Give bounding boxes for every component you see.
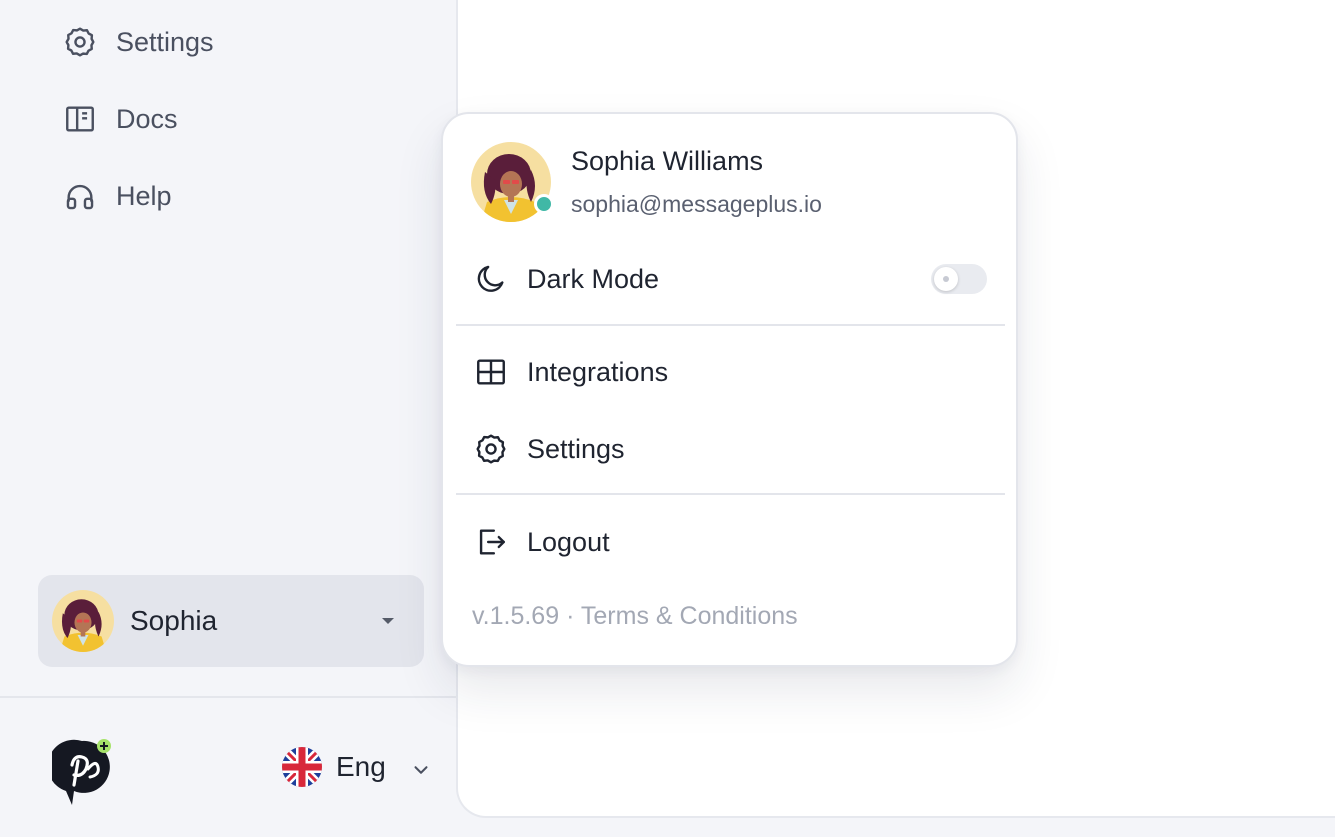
moon-icon <box>473 261 509 297</box>
toggle-knob <box>934 267 958 291</box>
sidebar-item-label: Docs <box>116 103 178 134</box>
user-name: Sophia <box>130 605 218 636</box>
sidebar-item-help[interactable]: Help <box>62 172 422 220</box>
app-logo[interactable] <box>47 735 116 807</box>
divider <box>456 493 1005 495</box>
menu-item-label: Integrations <box>527 356 669 387</box>
gear-icon <box>62 24 98 60</box>
divider <box>0 696 456 698</box>
sidebar-item-label: Settings <box>116 26 214 57</box>
menu-item-label: Settings <box>527 433 625 464</box>
menu-footer: v.1.5.69 · Terms & Conditions <box>472 602 798 631</box>
profile-menu: Sophia Williams sophia@messageplus.io Da… <box>441 112 1018 667</box>
online-status-indicator <box>534 194 554 214</box>
grid-icon <box>473 354 509 390</box>
divider <box>456 324 1005 326</box>
logout-label: Logout <box>527 526 610 557</box>
avatar <box>52 590 114 652</box>
logout-icon <box>473 524 509 560</box>
dark-mode-label: Dark Mode <box>527 263 660 294</box>
language-label: Eng <box>336 751 386 782</box>
dark-mode-toggle[interactable] <box>931 264 987 294</box>
sidebar: Settings Docs Help Sophia Eng <box>0 0 456 837</box>
menu-item-settings[interactable]: Settings <box>473 424 993 474</box>
user-menu-button[interactable]: Sophia <box>38 575 424 667</box>
dark-mode-row: Dark Mode <box>473 254 993 304</box>
headphones-icon <box>62 178 98 214</box>
language-selector[interactable]: Eng <box>282 744 432 790</box>
profile-email: sophia@messageplus.io <box>571 191 822 217</box>
sidebar-item-label: Help <box>116 180 172 211</box>
app-window: Settings Docs Help Sophia Eng Sophia Wil… <box>0 0 1335 837</box>
version-label: v.1.5.69 <box>472 602 560 630</box>
caret-down-icon <box>382 618 394 624</box>
profile-name: Sophia Williams <box>571 146 764 176</box>
uk-flag-icon <box>282 747 322 787</box>
book-icon <box>62 101 98 137</box>
terms-link[interactable]: Terms & Conditions <box>581 602 798 630</box>
menu-item-integrations[interactable]: Integrations <box>473 347 993 397</box>
gear-icon <box>473 431 509 467</box>
chevron-down-icon <box>410 756 432 778</box>
sidebar-item-settings[interactable]: Settings <box>62 18 422 66</box>
footer-separator: · <box>566 602 575 630</box>
logout-button[interactable]: Logout <box>473 517 993 567</box>
sidebar-item-docs[interactable]: Docs <box>62 95 422 143</box>
